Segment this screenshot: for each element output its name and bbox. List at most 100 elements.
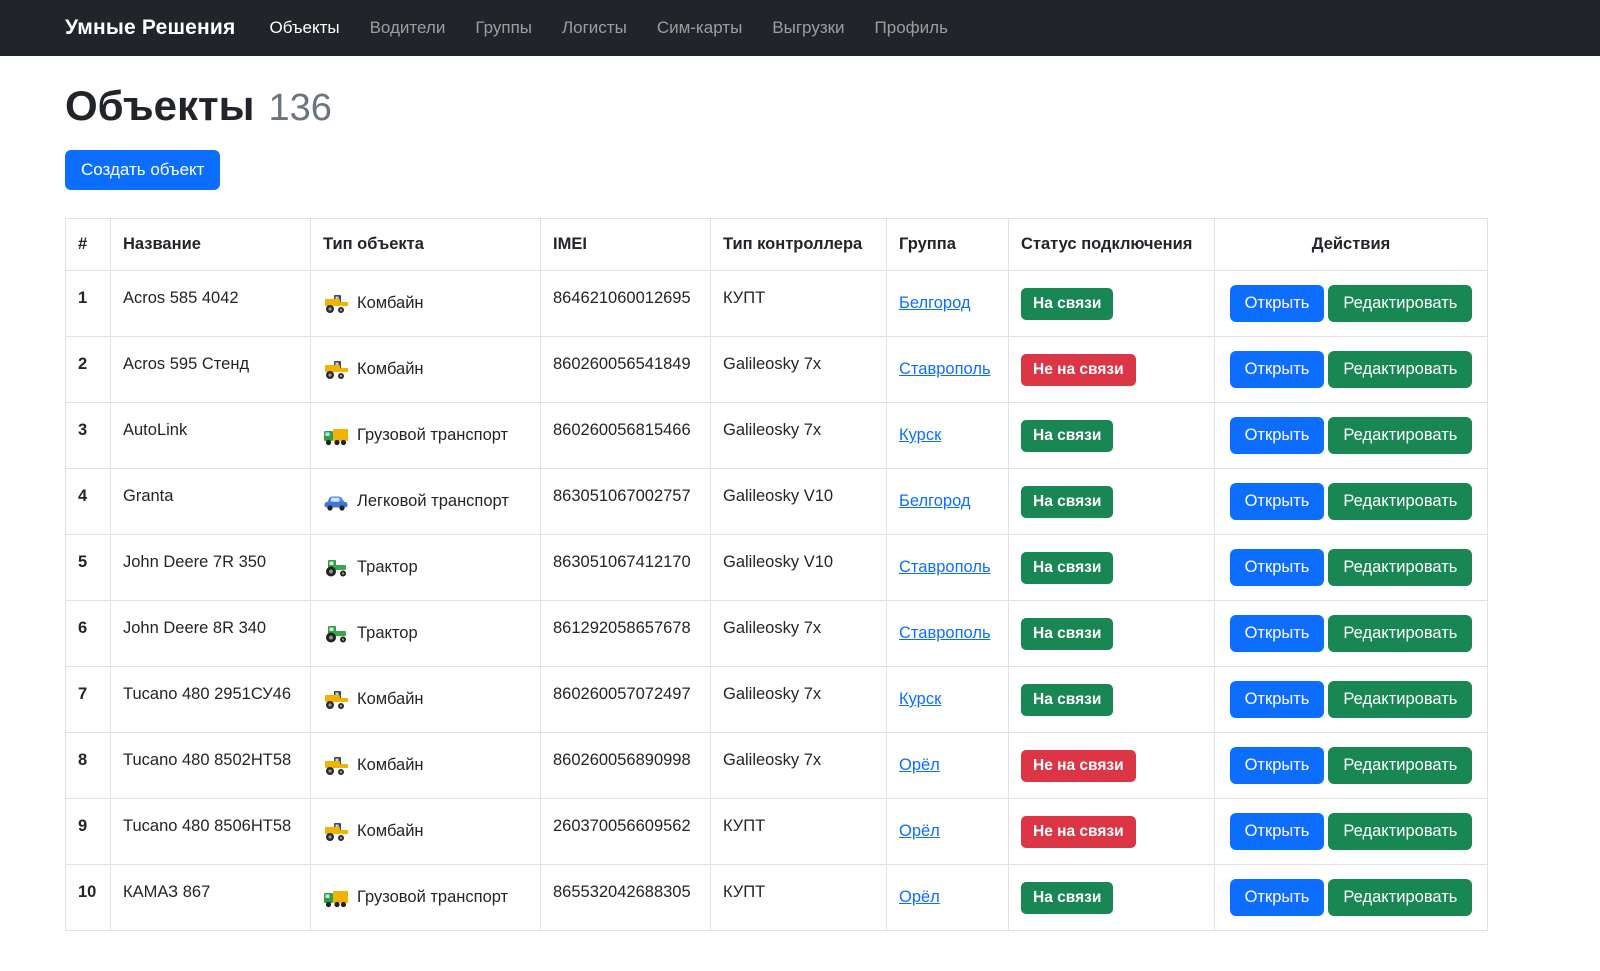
- status-badge: Не на связи: [1021, 815, 1136, 848]
- cell-object-type: Комбайн: [310, 798, 541, 865]
- group-link[interactable]: Орёл: [899, 822, 940, 840]
- truck-icon: [323, 426, 349, 446]
- cell-actions: Открыть Редактировать: [1214, 798, 1488, 865]
- nav-item-profile[interactable]: Профиль: [875, 18, 948, 38]
- open-button[interactable]: Открыть: [1229, 483, 1325, 520]
- edit-button[interactable]: Редактировать: [1328, 615, 1473, 652]
- table-row: 4 Granta Легковой транспорт 863051067002757…: [65, 468, 1488, 535]
- cell-actions: Открыть Редактировать: [1214, 732, 1488, 799]
- page-title: Объекты 136: [65, 82, 1535, 130]
- status-badge: На связи: [1021, 617, 1114, 650]
- cell-object-type: Трактор: [310, 534, 541, 601]
- cell-actions: Открыть Редактировать: [1214, 336, 1488, 403]
- edit-button[interactable]: Редактировать: [1328, 879, 1473, 916]
- nav-items: Объекты Водители Группы Логисты Сим-карты Выг…: [269, 18, 947, 38]
- status-badge: На связи: [1021, 287, 1114, 320]
- cell-number: 2: [65, 336, 111, 403]
- cell-imei: 860260057072497: [540, 666, 711, 733]
- nav-item-objects[interactable]: Объекты: [269, 18, 339, 38]
- group-link[interactable]: Ставрополь: [899, 558, 991, 576]
- open-button[interactable]: Открыть: [1229, 351, 1325, 388]
- group-link[interactable]: Курск: [899, 426, 941, 444]
- cell-number: 6: [65, 600, 111, 667]
- open-button[interactable]: Открыть: [1229, 615, 1325, 652]
- edit-button[interactable]: Редактировать: [1328, 417, 1473, 454]
- status-badge: На связи: [1021, 881, 1114, 914]
- cell-imei: 863051067412170: [540, 534, 711, 601]
- cell-status: На связи: [1008, 864, 1215, 931]
- nav-item-groups[interactable]: Группы: [475, 18, 532, 38]
- cell-name: Acros 585 4042: [110, 270, 311, 337]
- combine-icon: [323, 822, 349, 842]
- group-link[interactable]: Белгород: [899, 492, 971, 510]
- cell-name: КАМАЗ 867: [110, 864, 311, 931]
- cell-actions: Открыть Редактировать: [1214, 666, 1488, 733]
- cell-actions: Открыть Редактировать: [1214, 402, 1488, 469]
- nav-item-drivers[interactable]: Водители: [370, 18, 446, 38]
- cell-group: Курск: [886, 666, 1009, 733]
- open-button[interactable]: Открыть: [1229, 813, 1325, 850]
- edit-button[interactable]: Редактировать: [1328, 549, 1473, 586]
- top-navbar: Умные Решения Объекты Водители Группы Логис…: [0, 0, 1600, 56]
- group-link[interactable]: Ставрополь: [899, 360, 991, 378]
- status-badge: Не на связи: [1021, 749, 1136, 782]
- car-icon: [323, 492, 349, 512]
- object-type-label: Комбайн: [357, 294, 424, 312]
- table-row: 7 Tucano 480 2951СУ46 Комбайн 8602600570724…: [65, 666, 1488, 733]
- cell-status: На связи: [1008, 534, 1215, 601]
- table-row: 8 Tucano 480 8502НТ58 Комбайн 8602600568909…: [65, 732, 1488, 799]
- edit-button[interactable]: Редактировать: [1328, 351, 1473, 388]
- create-object-button[interactable]: Создать объект: [65, 150, 221, 190]
- open-button[interactable]: Открыть: [1229, 549, 1325, 586]
- cell-group: Ставрополь: [886, 600, 1009, 667]
- edit-button[interactable]: Редактировать: [1328, 813, 1473, 850]
- cell-imei: 260370056609562: [540, 798, 711, 865]
- page-title-text: Объекты: [65, 82, 255, 129]
- cell-object-type: Комбайн: [310, 732, 541, 799]
- objects-count: 136: [268, 87, 332, 129]
- cell-group: Орёл: [886, 732, 1009, 799]
- cell-imei: 864621060012695: [540, 270, 711, 337]
- nav-item-logists[interactable]: Логисты: [562, 18, 627, 38]
- cell-imei: 860260056815466: [540, 402, 711, 469]
- object-type-label: Легковой транспорт: [357, 492, 509, 510]
- open-button[interactable]: Открыть: [1229, 681, 1325, 718]
- edit-button[interactable]: Редактировать: [1328, 747, 1473, 784]
- cell-object-type: Комбайн: [310, 270, 541, 337]
- cell-group: Ставрополь: [886, 336, 1009, 403]
- group-link[interactable]: Ставрополь: [899, 624, 991, 642]
- table-body: 1 Acros 585 4042 Комбайн 864621060012695 КУП…: [65, 270, 1488, 931]
- table-header-row: # Название Тип объекта IMEI Тип контроллера Г…: [65, 218, 1488, 271]
- cell-group: Ставрополь: [886, 534, 1009, 601]
- nav-item-simcards[interactable]: Сим-карты: [657, 18, 742, 38]
- cell-status: На связи: [1008, 600, 1215, 667]
- cell-imei: 860260056541849: [540, 336, 711, 403]
- nav-item-uploads[interactable]: Выгрузки: [772, 18, 844, 38]
- edit-button[interactable]: Редактировать: [1328, 681, 1473, 718]
- cell-group: Орёл: [886, 864, 1009, 931]
- cell-controller: Galileosky 7x: [710, 600, 887, 667]
- group-link[interactable]: Курск: [899, 690, 941, 708]
- column-header-3: IMEI: [540, 218, 711, 271]
- open-button[interactable]: Открыть: [1229, 285, 1325, 322]
- group-link[interactable]: Орёл: [899, 888, 940, 906]
- cell-name: John Deere 7R 350: [110, 534, 311, 601]
- brand-logo[interactable]: Умные Решения: [65, 16, 235, 40]
- open-button[interactable]: Открыть: [1229, 879, 1325, 916]
- group-link[interactable]: Орёл: [899, 756, 940, 774]
- objects-page: Объекты 136 Создать объект # Название Тип …: [0, 56, 1600, 971]
- open-button[interactable]: Открыть: [1229, 417, 1325, 454]
- cell-status: Не на связи: [1008, 336, 1215, 403]
- cell-controller: Galileosky V10: [710, 534, 887, 601]
- cell-name: Tucano 480 2951СУ46: [110, 666, 311, 733]
- object-type-label: Комбайн: [357, 690, 424, 708]
- edit-button[interactable]: Редактировать: [1328, 483, 1473, 520]
- table-row: 3 AutoLink Грузовой транспорт 8602600568154…: [65, 402, 1488, 469]
- group-link[interactable]: Белгород: [899, 294, 971, 312]
- edit-button[interactable]: Редактировать: [1328, 285, 1473, 322]
- combine-icon: [323, 360, 349, 380]
- cell-imei: 865532042688305: [540, 864, 711, 931]
- cell-number: 10: [65, 864, 111, 931]
- cell-name: AutoLink: [110, 402, 311, 469]
- open-button[interactable]: Открыть: [1229, 747, 1325, 784]
